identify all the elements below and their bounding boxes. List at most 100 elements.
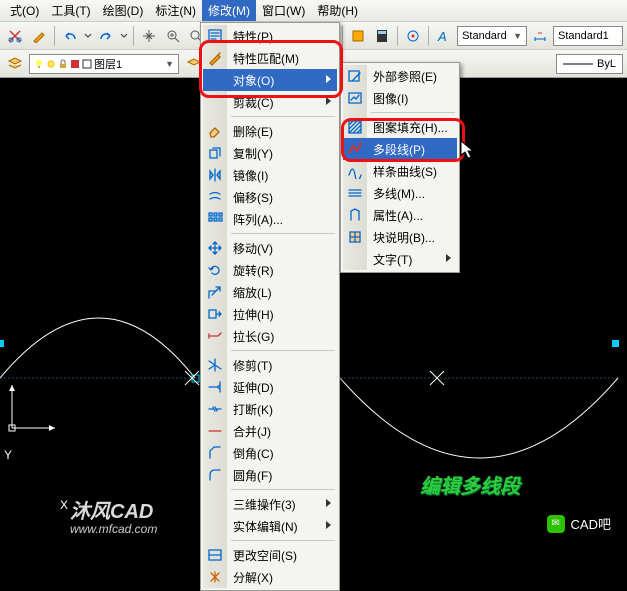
text-style-icon[interactable]: A (433, 25, 455, 47)
menu-item[interactable]: 阵列(A)... (203, 208, 337, 230)
menu-window[interactable]: 窗口(W) (256, 0, 311, 21)
menu-format[interactable]: 式(O) (4, 0, 45, 21)
ucs-x-label: X (60, 498, 68, 512)
calc-button[interactable] (371, 25, 393, 47)
menu-item[interactable]: 样条曲线(S) (343, 160, 457, 182)
matchprop-button[interactable] (28, 25, 50, 47)
menu-item[interactable]: 多段线(P) (343, 138, 457, 160)
menu-item-label: 圆角(F) (233, 467, 272, 484)
chspace-icon (206, 546, 224, 564)
pan-button[interactable] (138, 25, 160, 47)
scale-icon (206, 283, 224, 301)
snap-button[interactable] (402, 25, 424, 47)
menu-item[interactable]: 对象(O) (203, 69, 337, 91)
layer-dropdown[interactable]: 图层1 ▼ (29, 54, 179, 74)
menu-item[interactable]: 拉长(G) (203, 325, 337, 347)
menu-item-label: 文字(T) (373, 251, 412, 268)
menu-item-label: 剪裁(C) (233, 94, 274, 111)
menu-modify[interactable]: 修改(M) (202, 0, 256, 21)
menu-item[interactable]: 倒角(C) (203, 442, 337, 464)
menu-item[interactable]: 更改空间(S) (203, 544, 337, 566)
menu-item[interactable]: 三维操作(3) (203, 493, 337, 515)
menu-item[interactable]: 圆角(F) (203, 464, 337, 486)
menu-item[interactable]: 块说明(B)... (343, 226, 457, 248)
menu-item[interactable]: 移动(V) (203, 237, 337, 259)
move-icon (206, 239, 224, 257)
menu-item[interactable]: 分解(X) (203, 566, 337, 588)
text-style-value: Standard (462, 30, 507, 42)
layer-box-icon (82, 59, 92, 69)
menu-item[interactable]: 合并(J) (203, 420, 337, 442)
menu-item-label: 删除(E) (233, 123, 273, 140)
menu-item-label: 镜像(I) (233, 167, 268, 184)
menu-separator (231, 489, 335, 490)
wechat-icon: ✉ (547, 515, 565, 533)
sun-icon (46, 59, 56, 69)
menu-item[interactable]: 复制(Y) (203, 142, 337, 164)
menu-item-label: 延伸(D) (233, 379, 274, 396)
array-icon (206, 210, 224, 228)
menu-item[interactable]: 打断(K) (203, 398, 337, 420)
linetype-value: ByL (597, 58, 616, 70)
menu-item[interactable]: 实体编辑(N) (203, 515, 337, 537)
menu-item[interactable]: 图像(I) (343, 87, 457, 109)
menu-item-label: 三维操作(3) (233, 496, 296, 513)
blank-icon (206, 495, 224, 513)
menu-item[interactable]: 剪裁(C) (203, 91, 337, 113)
dim-style-icon[interactable] (529, 25, 551, 47)
trim-icon (206, 356, 224, 374)
menu-item-label: 分解(X) (233, 569, 273, 586)
linetype-dropdown[interactable]: ByL (556, 54, 623, 74)
menu-item-label: 偏移(S) (233, 189, 273, 206)
menu-help[interactable]: 帮助(H) (311, 0, 364, 21)
menu-item[interactable]: 修剪(T) (203, 354, 337, 376)
spline-icon (346, 162, 364, 180)
menu-item-label: 多段线(P) (373, 141, 425, 158)
dim-style-dropdown[interactable]: Standard1 (553, 26, 623, 46)
menu-item[interactable]: 图案填充(H)... (343, 116, 457, 138)
menu-item[interactable]: 特性匹配(M) (203, 47, 337, 69)
menu-item-label: 特性(P) (233, 28, 273, 45)
object-submenu-dropdown: 外部参照(E) 图像(I) 图案填充(H)... 多段线(P) 样条曲线(S) 多线(M)… (340, 62, 460, 273)
menu-item[interactable]: 多线(M)... (343, 182, 457, 204)
menu-tools[interactable]: 工具(T) (45, 0, 96, 21)
menu-item-label: 图像(I) (373, 90, 408, 107)
layer-manager-button[interactable] (4, 53, 26, 75)
menu-item[interactable]: 特性(P) (203, 25, 337, 47)
cut-button[interactable] (4, 25, 26, 47)
menu-dimension[interactable]: 标注(N) (149, 0, 202, 21)
xref-icon (346, 67, 364, 85)
menu-draw[interactable]: 绘图(D) (97, 0, 150, 21)
block-button[interactable] (347, 25, 369, 47)
menu-item[interactable]: 文字(T) (343, 248, 457, 270)
undo-button[interactable] (59, 25, 81, 47)
menu-item[interactable]: 外部参照(E) (343, 65, 457, 87)
block-icon (346, 228, 364, 246)
separator (342, 26, 343, 46)
undo-dropdown[interactable] (83, 25, 93, 47)
erase-icon (206, 122, 224, 140)
menu-item[interactable]: 属性(A)... (343, 204, 457, 226)
menu-item-label: 块说明(B)... (373, 229, 435, 246)
redo-button[interactable] (95, 25, 117, 47)
menu-item-label: 多线(M)... (373, 185, 425, 202)
blank-icon (206, 517, 224, 535)
separator (133, 26, 134, 46)
menu-item[interactable]: 镜像(I) (203, 164, 337, 186)
menu-separator (231, 116, 335, 117)
menu-item[interactable]: 旋转(R) (203, 259, 337, 281)
mline-icon (346, 184, 364, 202)
cadba-text: CAD吧 (571, 514, 611, 533)
zoom-realtime-button[interactable] (162, 25, 184, 47)
menu-item[interactable]: 偏移(S) (203, 186, 337, 208)
hatch-icon (346, 118, 364, 136)
menu-item[interactable]: 拉伸(H) (203, 303, 337, 325)
text-style-dropdown[interactable]: Standard▼ (457, 26, 527, 46)
menu-item[interactable]: 缩放(L) (203, 281, 337, 303)
menu-item[interactable]: 删除(E) (203, 120, 337, 142)
redo-dropdown[interactable] (119, 25, 129, 47)
menu-item[interactable]: 延伸(D) (203, 376, 337, 398)
watermark-url-text: www.mfcad.com (70, 522, 157, 536)
break-icon (206, 400, 224, 418)
menu-item-label: 图案填充(H)... (373, 119, 448, 136)
